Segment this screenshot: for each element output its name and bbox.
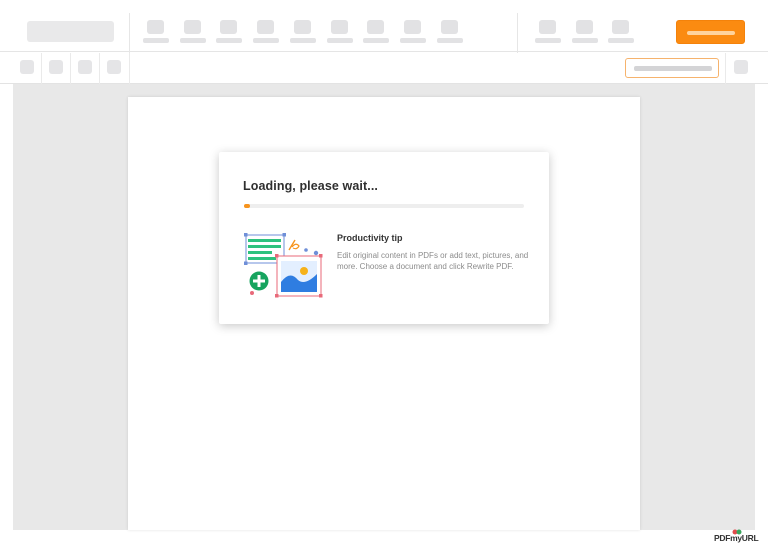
add-circle-icon — [249, 271, 269, 291]
toolbar-divider — [41, 53, 42, 84]
tool-label-placeholder — [143, 38, 169, 43]
app-logo-placeholder — [27, 21, 114, 42]
toolbar-tool-12[interactable] — [608, 20, 634, 45]
tool-label-placeholder — [180, 38, 206, 43]
tool-label-placeholder — [572, 38, 598, 43]
toolbar-divider — [99, 53, 100, 84]
watermark-text: PDFmyURL — [714, 533, 759, 543]
toolbar-tool-1[interactable] — [143, 20, 169, 45]
pen-icon — [288, 239, 300, 251]
toolbar-tool-6[interactable] — [327, 20, 353, 45]
toolbar-tool-3[interactable] — [216, 20, 242, 45]
toolbar-tool-10[interactable] — [535, 20, 561, 45]
toolbar-tool-5[interactable] — [290, 20, 316, 45]
toolbar-divider — [129, 53, 130, 84]
dialog-title: Loading, please wait... — [243, 179, 378, 193]
tool-icon-placeholder — [184, 20, 201, 34]
tool-icon-placeholder — [220, 20, 237, 34]
tool-icon-placeholder — [367, 20, 384, 34]
toolbar-tool-2[interactable] — [180, 20, 206, 45]
pdfmyurl-watermark: PDFmyURL — [711, 529, 761, 543]
tool-icon-placeholder — [147, 20, 164, 34]
tool-icon-placeholder — [404, 20, 421, 34]
loading-dialog: Loading, please wait... Productivity tip… — [219, 152, 549, 324]
primary-action-button[interactable] — [676, 20, 745, 44]
toolbar-divider — [70, 53, 71, 84]
tip-title: Productivity tip — [337, 233, 403, 243]
tool-icon-placeholder — [257, 20, 274, 34]
progress-bar — [244, 204, 524, 208]
sun-icon — [300, 267, 308, 275]
tool-label-placeholder — [290, 38, 316, 43]
toolbar-tool-11[interactable] — [572, 20, 598, 45]
secondary-toolbar — [0, 53, 768, 84]
tip-illustration — [243, 230, 327, 298]
tool-icon-placeholder — [539, 20, 556, 34]
tool-label-placeholder — [253, 38, 279, 43]
page-input[interactable] — [625, 58, 719, 78]
tool-label-placeholder — [437, 38, 463, 43]
tool-icon-placeholder — [612, 20, 629, 34]
main-toolbar — [0, 0, 768, 53]
pdf-editor-app: Loading, please wait... Productivity tip… — [0, 0, 768, 543]
toolbar-tool-9[interactable] — [437, 20, 463, 45]
toolbar-tool-8[interactable] — [400, 20, 426, 45]
view-button-1[interactable] — [20, 60, 34, 74]
toolbar-tool-4[interactable] — [253, 20, 279, 45]
toolbar-tool-7[interactable] — [363, 20, 389, 45]
tool-label-placeholder — [400, 38, 426, 43]
view-button-4[interactable] — [107, 60, 121, 74]
toolbar-divider — [725, 53, 726, 84]
tool-label-placeholder — [216, 38, 242, 43]
input-placeholder — [634, 66, 712, 71]
tool-icon-placeholder — [441, 20, 458, 34]
tip-body: Edit original content in PDFs or add tex… — [337, 251, 529, 271]
tool-label-placeholder — [327, 38, 353, 43]
tool-label-placeholder — [363, 38, 389, 43]
view-button-5[interactable] — [734, 60, 748, 74]
toolbar-divider — [129, 13, 130, 53]
toolbar-divider — [517, 13, 518, 53]
tool-icon-placeholder — [294, 20, 311, 34]
tool-icon-placeholder — [331, 20, 348, 34]
tool-label-placeholder — [535, 38, 561, 43]
tool-icon-placeholder — [576, 20, 593, 34]
tool-label-placeholder — [608, 38, 634, 43]
image-icon — [275, 254, 323, 298]
button-label-placeholder — [687, 31, 735, 35]
progress-fill — [244, 204, 250, 208]
view-button-2[interactable] — [49, 60, 63, 74]
view-button-3[interactable] — [78, 60, 92, 74]
